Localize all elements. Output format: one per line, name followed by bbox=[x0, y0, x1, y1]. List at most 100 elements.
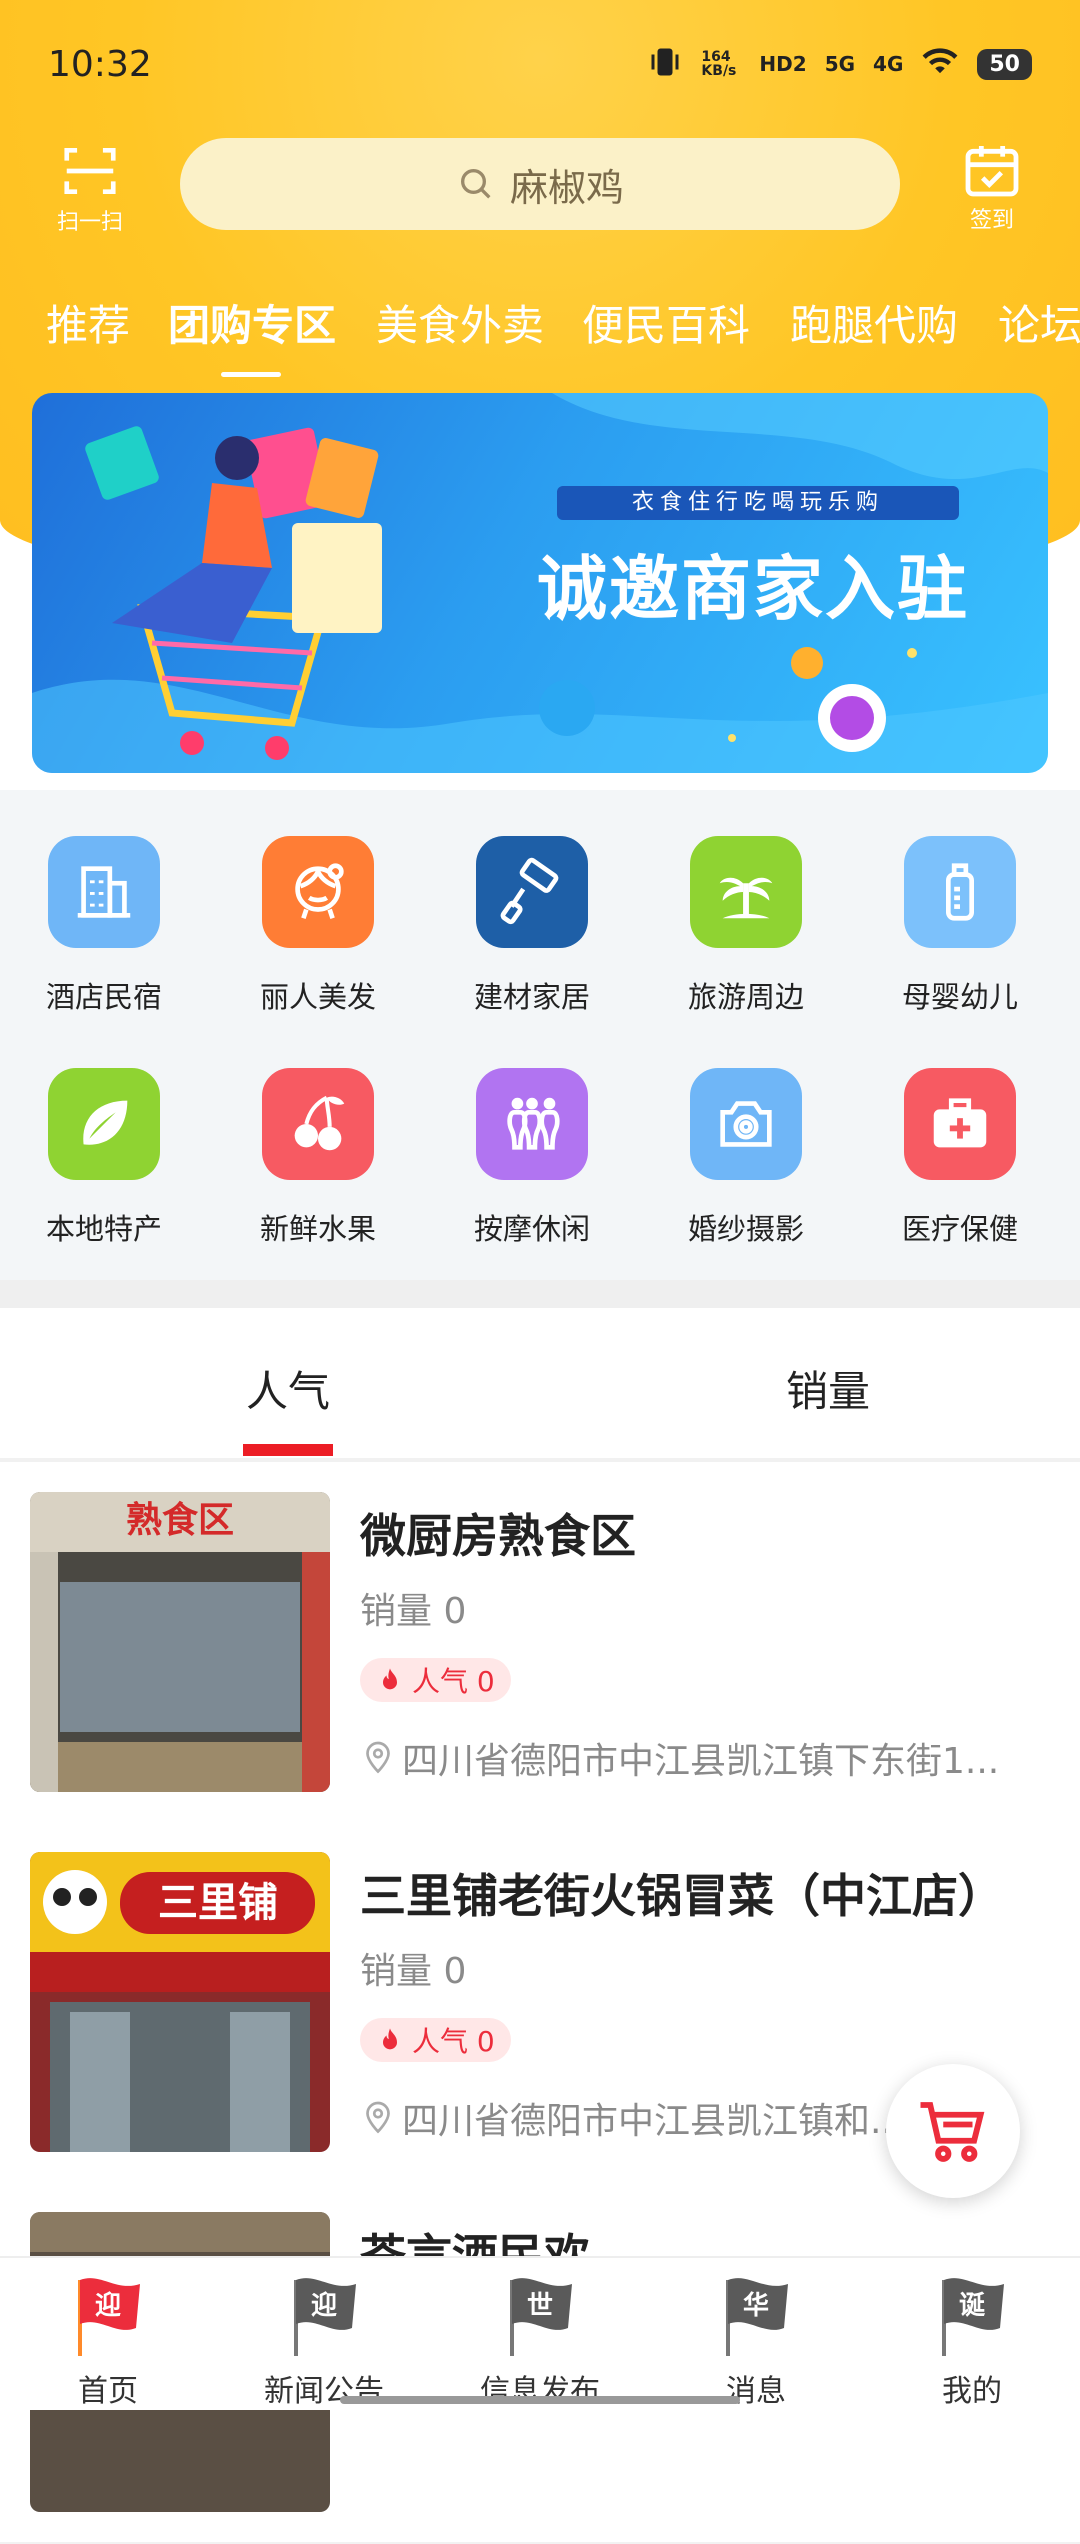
category-baby[interactable]: 母婴幼儿 bbox=[880, 836, 1040, 1016]
listing-sales: 销量 0 bbox=[360, 1951, 467, 1992]
nav-badge-char: 迎 bbox=[95, 2290, 121, 2321]
popularity-text: 人气 0 bbox=[412, 1665, 495, 1698]
camera-icon bbox=[690, 1068, 802, 1180]
banner-title: 诚邀商家入驻 bbox=[537, 548, 969, 630]
nav-badge-char: 华 bbox=[743, 2290, 769, 2321]
status-icons: 164 KB/s HD2 5G 4G 50 bbox=[647, 44, 1032, 85]
nav-news[interactable]: 迎 新闻公告 bbox=[234, 2268, 414, 2410]
category-label: 丽人美发 bbox=[259, 980, 376, 1014]
tab-encyclopedia[interactable]: 便民百科 bbox=[582, 292, 750, 353]
cart-button[interactable] bbox=[886, 2064, 1020, 2198]
nav-messages[interactable]: 华 消息 bbox=[666, 2268, 846, 2410]
popularity-badge: 人气 0 bbox=[360, 2018, 511, 2062]
listing-address: 四川省德阳市中江县凯江镇下东街1... bbox=[360, 1732, 1040, 1784]
tab-recommend[interactable]: 推荐 bbox=[46, 292, 130, 353]
battery-indicator: 50 bbox=[977, 48, 1032, 80]
category-label: 新鲜水果 bbox=[259, 1212, 376, 1246]
nav-home[interactable]: 迎 首页 bbox=[18, 2268, 198, 2410]
category-medical[interactable]: 医疗保健 bbox=[880, 1068, 1040, 1248]
sort-tab-popularity[interactable]: 人气 bbox=[246, 1358, 330, 1419]
signal-4g-icon: 4G bbox=[873, 52, 904, 76]
listing-sales: 销量 0 bbox=[360, 1591, 467, 1632]
scan-button[interactable]: 扫一扫 bbox=[54, 140, 126, 236]
status-bar: 10:32 164 KB/s HD2 5G 4G 50 bbox=[48, 36, 1032, 92]
category-label: 按摩休闲 bbox=[473, 1212, 590, 1246]
sort-tab-sales[interactable]: 销量 bbox=[786, 1358, 870, 1419]
flag-icon: 诞 bbox=[924, 2268, 1020, 2364]
sort-tabs: 人气 销量 bbox=[0, 1308, 1080, 1462]
category-label: 医疗保健 bbox=[901, 1212, 1018, 1246]
search-text: 麻椒鸡 bbox=[509, 165, 624, 210]
promo-banner[interactable]: 衣食住行吃喝玩乐购 诚邀商家入驻 bbox=[32, 393, 1048, 773]
flag-icon: 华 bbox=[708, 2268, 804, 2364]
net-speed: 164 KB/s bbox=[701, 49, 737, 79]
nav-post[interactable]: 世 信息发布 bbox=[450, 2268, 630, 2410]
checkin-label: 签到 bbox=[969, 208, 1014, 233]
flag-icon: 迎 bbox=[276, 2268, 372, 2364]
listing-thumbnail: 熟食区 bbox=[30, 1492, 330, 1792]
cherry-icon bbox=[262, 1068, 374, 1180]
category-tabs: 推荐 团购专区 美食外卖 便民百科 跑腿代购 论坛 bbox=[0, 280, 1080, 380]
search-bar[interactable]: 麻椒鸡 bbox=[180, 138, 900, 230]
tab-forum[interactable]: 论坛 bbox=[998, 292, 1080, 353]
category-beauty[interactable]: 丽人美发 bbox=[238, 836, 398, 1016]
tab-errand[interactable]: 跑腿代购 bbox=[790, 292, 958, 353]
building-icon bbox=[48, 836, 160, 948]
nav-badge-char: 迎 bbox=[311, 2290, 337, 2321]
location-pin-icon bbox=[366, 1741, 390, 1774]
nav-badge-char: 世 bbox=[527, 2291, 553, 2321]
category-wedding-photo[interactable]: 婚纱摄影 bbox=[666, 1068, 826, 1248]
top-bar: 扫一扫 麻椒鸡 签到 bbox=[0, 132, 1080, 242]
palm-tree-icon bbox=[690, 836, 802, 948]
address-text: 四川省德阳市中江县凯江镇和... bbox=[402, 2101, 905, 2142]
svg-text:熟食区: 熟食区 bbox=[126, 1500, 234, 1541]
category-label: 母婴幼儿 bbox=[901, 980, 1018, 1014]
flame-icon bbox=[383, 2028, 397, 2050]
status-time: 10:32 bbox=[48, 43, 152, 85]
baby-bottle-icon bbox=[904, 836, 1016, 948]
banner-tag: 衣食住行吃喝玩乐购 bbox=[557, 486, 959, 520]
bottom-nav: 迎 首页 迎 新闻公告 世 信息发布 华 消息 诞 我的 bbox=[0, 2256, 1080, 2410]
flame-icon bbox=[383, 1668, 397, 1690]
nav-badge-char: 诞 bbox=[959, 2291, 986, 2321]
checkin-button[interactable]: 签到 bbox=[952, 138, 1032, 234]
tab-group-buy[interactable]: 团购专区 bbox=[168, 292, 336, 353]
wifi-icon bbox=[921, 47, 959, 82]
location-pin-icon bbox=[366, 2101, 390, 2134]
category-massage[interactable]: 按摩休闲 bbox=[452, 1068, 612, 1248]
category-fruit[interactable]: 新鲜水果 bbox=[238, 1068, 398, 1248]
vibrate-icon bbox=[647, 44, 683, 85]
medkit-icon bbox=[904, 1068, 1016, 1180]
category-local-specialty[interactable]: 本地特产 bbox=[24, 1068, 184, 1248]
category-hotel[interactable]: 酒店民宿 bbox=[24, 836, 184, 1016]
scan-label: 扫一扫 bbox=[56, 210, 123, 235]
beauty-icon bbox=[262, 836, 374, 948]
scan-icon bbox=[64, 148, 116, 194]
tab-food-delivery[interactable]: 美食外卖 bbox=[376, 292, 544, 353]
nav-label: 首页 bbox=[78, 2374, 138, 2409]
gesture-bar bbox=[340, 2396, 740, 2404]
listing-thumbnail: 三里铺 bbox=[30, 1852, 330, 2152]
listing-title: 微厨房熟食区 bbox=[360, 1509, 636, 1563]
search-icon bbox=[460, 169, 491, 199]
listing-item[interactable]: 熟食区 微厨房熟食区 销量 0 人气 0 四川省德阳市中江县凯江镇下东街1... bbox=[0, 1462, 1080, 1824]
category-label: 婚纱摄影 bbox=[687, 1212, 804, 1246]
svg-text:三里铺: 三里铺 bbox=[158, 1880, 278, 1926]
flag-icon: 世 bbox=[492, 2268, 588, 2364]
leaf-icon bbox=[48, 1068, 160, 1180]
address-text: 四川省德阳市中江县凯江镇下东街1... bbox=[402, 1741, 1000, 1782]
listing-title: 三里铺老街火锅冒菜（中江店） bbox=[360, 1869, 1004, 1923]
hd-icon: HD2 bbox=[759, 52, 807, 76]
category-travel[interactable]: 旅游周边 bbox=[666, 836, 826, 1016]
category-building-materials[interactable]: 建材家居 bbox=[452, 836, 612, 1016]
popularity-text: 人气 0 bbox=[412, 2025, 495, 2058]
signal-5g-icon: 5G bbox=[824, 52, 856, 76]
category-grid: 酒店民宿 丽人美发 建材家居 旅游周边 母婴幼儿 本地特产 新鲜水果 按摩休闲 … bbox=[0, 790, 1080, 1280]
shopping-cart-icon bbox=[920, 2102, 985, 2162]
calendar-check-icon bbox=[965, 146, 1019, 197]
massage-icon bbox=[476, 1068, 588, 1180]
nav-mine[interactable]: 诞 我的 bbox=[882, 2268, 1062, 2410]
roller-icon bbox=[476, 836, 588, 948]
section-divider bbox=[0, 1280, 1080, 1308]
category-label: 旅游周边 bbox=[687, 980, 804, 1014]
